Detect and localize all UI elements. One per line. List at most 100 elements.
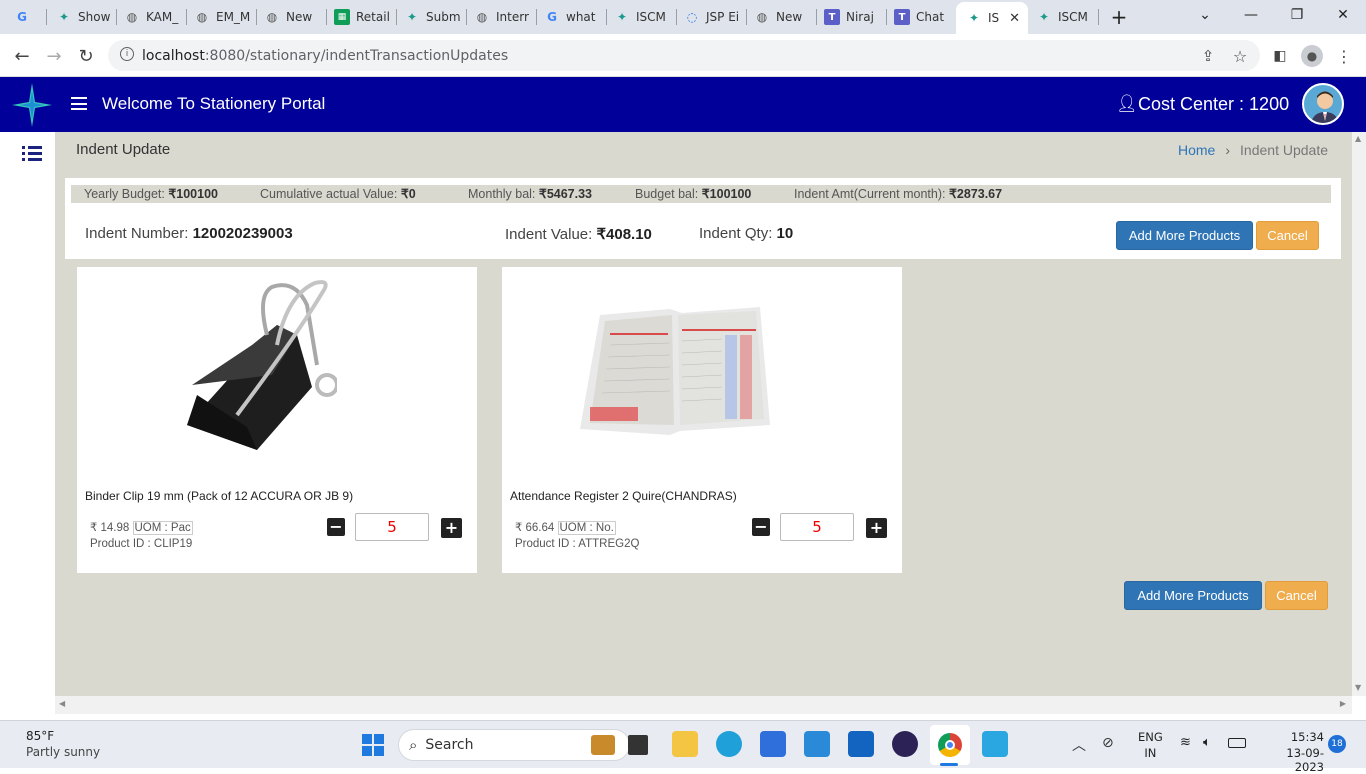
product-price: ₹ 66.64 UOM : No. — [515, 521, 616, 535]
hamburger-menu-icon[interactable] — [71, 97, 87, 110]
start-icon[interactable] — [362, 734, 384, 756]
cancel-button-bottom[interactable]: Cancel — [1265, 581, 1328, 610]
chrome-icon[interactable] — [930, 725, 970, 765]
language-indicator[interactable]: ENG IN — [1138, 730, 1163, 760]
outlook-icon[interactable] — [848, 731, 874, 757]
breadcrumb-current: Indent Update — [1240, 142, 1328, 158]
jsp-icon: ◌ — [686, 10, 698, 24]
briefcase-icon — [591, 735, 615, 755]
main-content: Indent Update Home › Indent Update Yearl… — [55, 132, 1352, 696]
indent-value: Indent Value: ₹408.10 — [505, 226, 652, 243]
profile-icon[interactable]: ● — [1300, 44, 1324, 68]
scroll-left-icon[interactable]: ◀ — [59, 699, 65, 708]
globe-icon: ◍ — [756, 10, 768, 24]
tab-12[interactable]: ◍ New — [754, 4, 814, 30]
cancel-button[interactable]: Cancel — [1256, 221, 1319, 250]
new-tab-icon[interactable]: + — [1096, 2, 1142, 32]
close-window-icon[interactable]: ✕ — [1320, 0, 1366, 30]
back-icon[interactable]: ← — [10, 44, 34, 68]
minimize-icon[interactable]: — — [1228, 0, 1274, 30]
product-image-attendance-register — [570, 275, 780, 471]
bookmark-star-icon[interactable]: ☆ — [1228, 44, 1252, 68]
horizontal-scrollbar[interactable]: ◀ ▶ — [55, 696, 1352, 714]
tab-search-icon[interactable]: ⌄ — [1182, 0, 1228, 30]
notification-badge[interactable]: 18 — [1328, 735, 1346, 753]
site-info-icon[interactable]: i — [120, 47, 134, 61]
increase-qty-button[interactable]: + — [866, 518, 887, 538]
weather-widget[interactable]: 85°F Partly sunny — [26, 729, 100, 759]
product-price: ₹ 14.98 UOM : Pac — [90, 521, 193, 535]
tab-9[interactable]: Gwhat — [544, 4, 604, 30]
vertical-scrollbar[interactable]: ▲ ▼ — [1352, 132, 1366, 696]
scroll-right-icon[interactable]: ▶ — [1340, 699, 1346, 708]
breadcrumb: Home › Indent Update — [1178, 142, 1328, 158]
summary-panel: Yearly Budget: ₹100100 Cumulative actual… — [65, 178, 1341, 259]
increase-qty-button[interactable]: + — [441, 518, 462, 538]
network-off-icon[interactable]: ⊘ — [1102, 735, 1114, 751]
notepad-icon[interactable] — [982, 731, 1008, 757]
sheets-icon: ▦ — [334, 9, 350, 25]
globe-icon: ◍ — [126, 10, 138, 24]
cumulative-value: Cumulative actual Value: ₹0 — [260, 187, 416, 201]
task-view-icon[interactable] — [628, 735, 648, 755]
indent-qty: Indent Qty: 10 — [699, 225, 794, 242]
vscode-icon[interactable] — [804, 731, 830, 757]
menu-dots-icon[interactable]: ⋮ — [1332, 44, 1356, 68]
scroll-up-icon[interactable]: ▲ — [1355, 134, 1361, 143]
tab-10[interactable]: ✦ ISCM — [614, 4, 674, 30]
url-field[interactable]: i localhost:8080/stationary/indentTransa… — [108, 40, 1260, 71]
add-more-products-button-bottom[interactable]: Add More Products — [1124, 581, 1262, 610]
add-more-products-button[interactable]: Add More Products — [1116, 221, 1253, 250]
forward-icon[interactable]: → — [42, 44, 66, 68]
store-icon[interactable] — [760, 731, 786, 757]
show-hidden-icons[interactable]: ︿ — [1072, 735, 1086, 755]
star-icon: ✦ — [58, 10, 70, 24]
tab-11[interactable]: ◌ JSP Ei — [684, 4, 744, 30]
product-name: Attendance Register 2 Quire(CHANDRAS) — [510, 489, 737, 503]
tab-4[interactable]: ◍ EM_M — [194, 4, 254, 30]
edge-icon[interactable] — [716, 731, 742, 757]
avatar[interactable] — [1302, 83, 1344, 125]
tab-14-active[interactable]: ✦ IS ✕ — [956, 2, 1028, 34]
tab-2[interactable]: ✦ Show — [56, 4, 114, 30]
star-icon: ✦ — [1038, 10, 1050, 24]
tab-14[interactable]: T Chat — [894, 4, 950, 30]
list-menu-icon[interactable] — [22, 146, 42, 162]
cost-center: Cost Center : 1200 — [1138, 94, 1290, 114]
eclipse-icon[interactable] — [892, 731, 918, 757]
file-explorer-icon[interactable] — [672, 731, 698, 757]
restore-icon[interactable]: ❐ — [1274, 0, 1320, 30]
budget-balance: Budget bal: ₹100100 — [635, 187, 752, 201]
tab-6[interactable]: ▦ Retail — [334, 4, 394, 30]
close-tab-icon[interactable]: ✕ — [1009, 11, 1020, 26]
sidebar — [0, 132, 55, 696]
indent-amount: Indent Amt(Current month): ₹2873.67 — [794, 187, 1003, 201]
product-card: Attendance Register 2 Quire(CHANDRAS) ₹ … — [502, 267, 902, 573]
scroll-down-icon[interactable]: ▼ — [1355, 683, 1361, 692]
battery-icon[interactable] — [1228, 738, 1246, 748]
decrease-qty-button[interactable]: − — [327, 518, 345, 536]
logo-icon — [12, 83, 52, 127]
tab-16[interactable]: ✦ ISCM — [1036, 4, 1096, 30]
wifi-icon[interactable]: ≋ — [1180, 735, 1191, 750]
product-card: Binder Clip 19 mm (Pack of 12 ACCURA OR … — [77, 267, 477, 573]
tab-1[interactable]: G — [14, 4, 44, 30]
taskbar-search[interactable]: ⌕ Search — [398, 729, 630, 761]
tab-8[interactable]: ◍ Interr — [474, 4, 534, 30]
tab-13[interactable]: T Niraj — [824, 4, 884, 30]
address-bar: ← → ↻ i localhost:8080/stationary/indent… — [0, 34, 1366, 77]
tab-7[interactable]: ✦ Subm — [404, 4, 464, 30]
product-id: Product ID : CLIP19 — [90, 538, 193, 550]
share-icon[interactable]: ⇪ — [1196, 44, 1220, 68]
volume-icon[interactable]: 🔈︎ — [1203, 735, 1211, 750]
reload-icon[interactable]: ↻ — [74, 44, 98, 68]
decrease-qty-button[interactable]: − — [752, 518, 770, 536]
quantity-input[interactable]: 5 — [780, 513, 854, 541]
breadcrumb-home[interactable]: Home — [1178, 142, 1215, 158]
side-panel-icon[interactable]: ◧ — [1268, 44, 1292, 68]
tab-5[interactable]: ◍ New — [264, 4, 324, 30]
product-name: Binder Clip 19 mm (Pack of 12 ACCURA OR … — [85, 489, 354, 503]
clock[interactable]: 15:34 13-09-2023 — [1258, 730, 1324, 774]
tab-3[interactable]: ◍ KAM_ — [124, 4, 184, 30]
quantity-input[interactable]: 5 — [355, 513, 429, 541]
